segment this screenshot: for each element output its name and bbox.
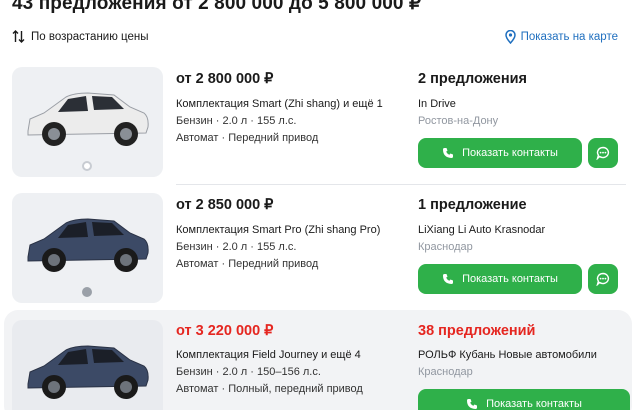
car-photo[interactable] — [12, 67, 163, 177]
price: от 2 850 000 ₽ — [176, 197, 274, 213]
drive-specs: Автомат · Передний привод — [176, 132, 319, 144]
seller-name[interactable]: In Drive — [418, 98, 456, 110]
engine-specs: Бензин · 2.0 л · 150–156 л.с. — [176, 366, 321, 378]
phone-icon — [467, 399, 478, 409]
map-pin-icon — [504, 30, 516, 44]
offers-count[interactable]: 38 предложений — [418, 323, 535, 339]
engine-specs: Бензин · 2.0 л · 155 л.с. — [176, 115, 297, 127]
seller-name[interactable]: РОЛЬФ Кубань Новые автомобили — [418, 349, 597, 361]
show-on-map-label: Показать на карте — [520, 31, 618, 43]
show-contacts-label: Показать контакты — [486, 398, 582, 410]
trim-link[interactable]: Комплектация Field Journey и ещё 4 — [176, 349, 361, 361]
listing-card-highlighted[interactable]: от 3 220 000 ₽ Комплектация Field Journe… — [4, 310, 632, 410]
chat-icon — [596, 146, 610, 160]
trim-link[interactable]: Комплектация Smart Pro (Zhi shang Pro) — [176, 224, 380, 236]
show-contacts-label: Показать контакты — [462, 273, 558, 285]
show-contacts-button[interactable]: Показать контакты — [418, 138, 582, 168]
sort-icon — [12, 30, 25, 43]
card-divider — [176, 184, 626, 185]
show-contacts-button[interactable]: Показать контакты — [418, 389, 630, 410]
phone-icon — [443, 148, 454, 158]
trim-link[interactable]: Комплектация Smart (Zhi shang) и ещё 1 — [176, 98, 383, 110]
seller-city: Краснодар — [418, 366, 473, 378]
price: от 2 800 000 ₽ — [176, 71, 274, 87]
chat-icon — [596, 272, 610, 286]
drive-specs: Автомат · Передний привод — [176, 258, 319, 270]
show-contacts-button[interactable]: Показать контакты — [418, 264, 582, 294]
price: от 3 220 000 ₽ — [176, 323, 274, 339]
engine-specs: Бензин · 2.0 л · 155 л.с. — [176, 241, 297, 253]
listing-card[interactable]: от 2 850 000 ₽ Комплектация Smart Pro (Z… — [0, 186, 640, 310]
car-image — [27, 218, 149, 272]
car-image — [27, 92, 149, 146]
seller-name[interactable]: LiXiang Li Auto Krasnodar — [418, 224, 545, 236]
seller-city: Ростов-на-Дону — [418, 115, 499, 127]
listing-card[interactable]: от 2 800 000 ₽ Комплектация Smart (Zhi s… — [0, 60, 640, 186]
sort-control[interactable]: По возрастанию цены — [12, 30, 149, 43]
car-photo[interactable] — [12, 320, 163, 410]
chat-button[interactable] — [588, 138, 618, 168]
gallery-dot[interactable] — [82, 161, 92, 171]
car-photo[interactable] — [12, 193, 163, 303]
drive-specs: Автомат · Полный, передний привод — [176, 383, 363, 395]
results-heading: 43 предложения от 2 800 000 до 5 800 000… — [12, 0, 422, 14]
gallery-dot[interactable] — [82, 287, 92, 297]
show-on-map-link[interactable]: Показать на карте — [504, 30, 618, 44]
phone-icon — [443, 274, 454, 284]
seller-city: Краснодар — [418, 241, 473, 253]
offers-count[interactable]: 2 предложения — [418, 71, 527, 87]
chat-button[interactable] — [588, 264, 618, 294]
car-image — [27, 345, 149, 399]
show-contacts-label: Показать контакты — [462, 147, 558, 159]
offers-count[interactable]: 1 предложение — [418, 197, 527, 213]
sort-label: По возрастанию цены — [31, 30, 149, 43]
